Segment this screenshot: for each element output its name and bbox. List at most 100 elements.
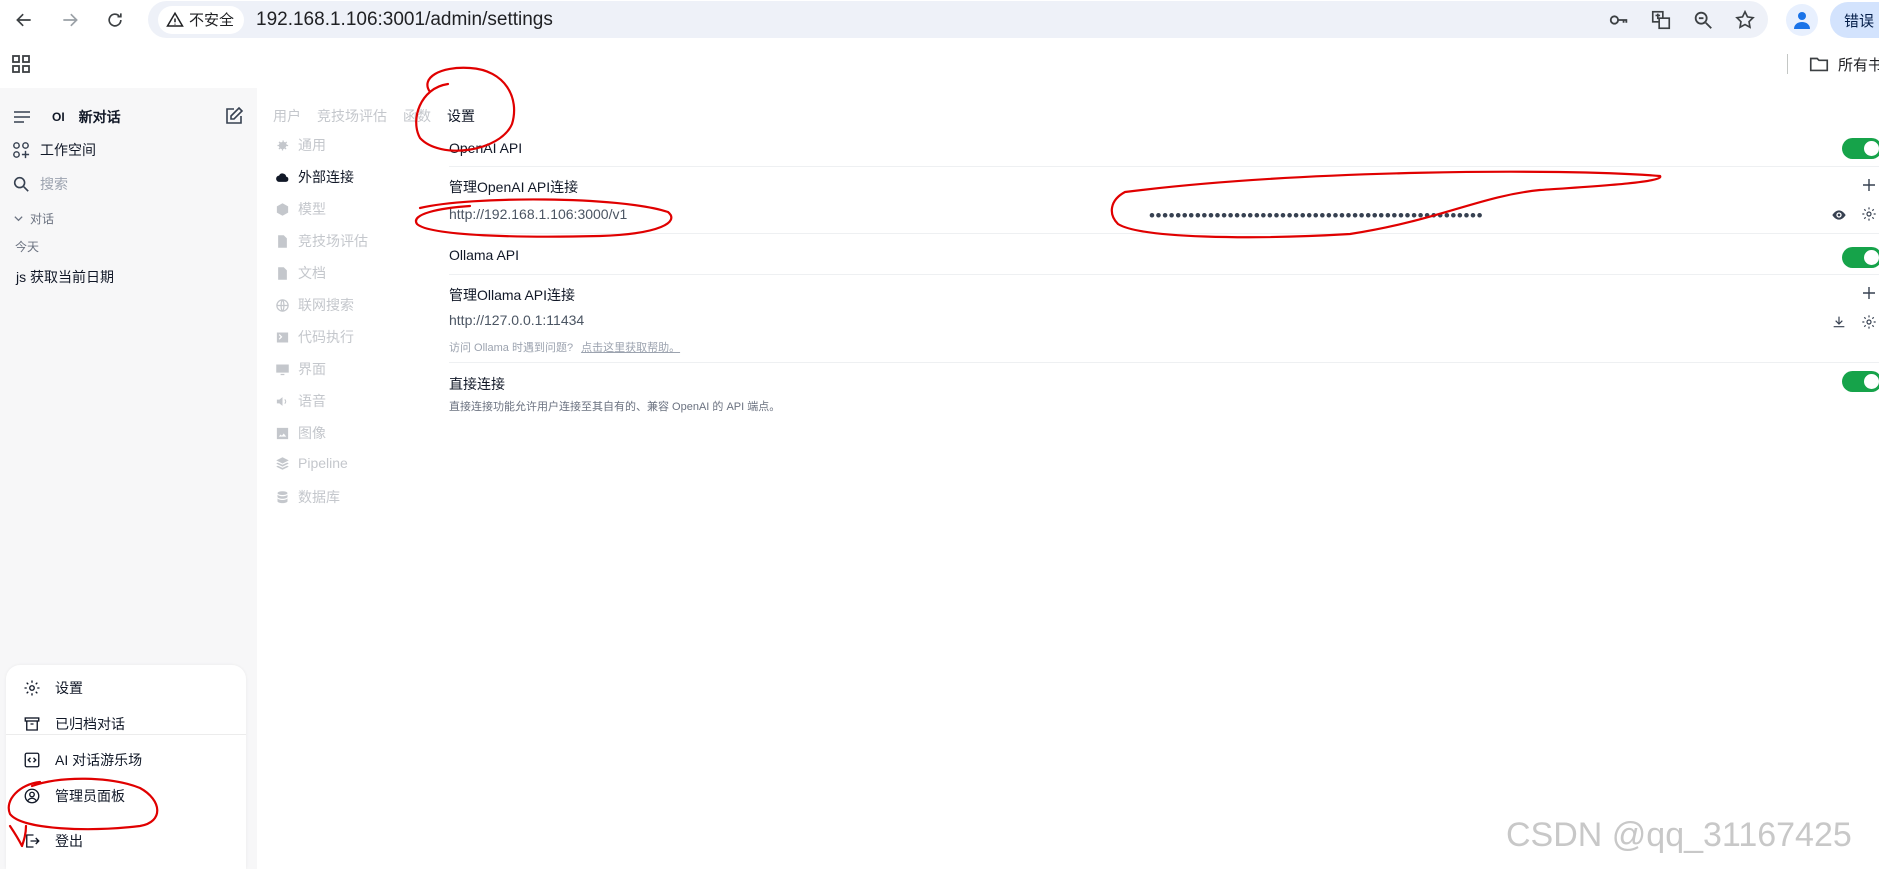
forward-button[interactable] <box>50 0 90 40</box>
settings-tab-arena-label: 竞技场评估 <box>298 233 368 249</box>
search-placeholder: 搜索 <box>40 176 68 192</box>
group-today-label: 今天 <box>15 240 40 254</box>
code-icon <box>24 752 40 768</box>
apps-grid-icon[interactable] <box>11 54 31 74</box>
settings-tab-documents[interactable]: 文档 <box>275 263 326 283</box>
settings-tab-audio-label: 语音 <box>298 393 326 409</box>
gear-icon[interactable] <box>1861 314 1877 330</box>
url-text[interactable]: 192.168.1.106:3001/admin/settings <box>256 9 553 31</box>
zoom-icon[interactable] <box>1692 9 1714 31</box>
menu-icon[interactable] <box>12 107 32 127</box>
search-input[interactable]: 搜索 <box>12 174 68 194</box>
ollama-url-input[interactable]: http://127.0.0.1:11434 <box>449 312 584 328</box>
gear-icon[interactable] <box>1861 206 1877 222</box>
openai-api-title: OpenAI API <box>449 140 523 156</box>
chats-section-toggle[interactable]: 对话 <box>13 210 54 227</box>
error-pill[interactable]: 错误 <box>1830 2 1879 38</box>
user-menu-logout[interactable]: 登出 <box>23 831 83 851</box>
omnibox-actions <box>1608 1 1756 38</box>
settings-tab-pipeline-label: Pipeline <box>298 455 348 471</box>
warning-icon <box>166 11 184 27</box>
reload-icon <box>108 13 122 27</box>
layers-icon <box>276 456 289 470</box>
security-label: 不安全 <box>189 12 235 29</box>
ollama-api-title: Ollama API <box>449 247 520 263</box>
workspace-label: 工作空间 <box>40 142 96 158</box>
ollama-api-toggle[interactable] <box>1842 247 1879 268</box>
image-icon <box>276 427 289 439</box>
settings-tab-interface[interactable]: 界面 <box>275 359 326 379</box>
watermark: CSDN @qq_31167425 <box>1506 816 1852 854</box>
settings-tab-interface-label: 界面 <box>298 361 326 377</box>
settings-tab-images[interactable]: 图像 <box>275 423 326 443</box>
direct-connection-toggle[interactable] <box>1842 371 1879 392</box>
bookmark-folder[interactable]: 所有书 <box>1808 53 1879 75</box>
edit-icon[interactable] <box>224 106 244 126</box>
settings-tab-connections-label: 外部连接 <box>298 169 354 185</box>
user-menu-archived-label: 已归档对话 <box>55 716 125 732</box>
openai-key-input[interactable]: ••••••••••••••••••••••••••••••••••••••••… <box>1149 206 1483 226</box>
key-icon[interactable] <box>1608 9 1630 31</box>
direct-connection-title: 直接连接 <box>449 376 505 392</box>
settings-tab-images-label: 图像 <box>298 425 326 441</box>
terminal-icon <box>276 332 289 342</box>
settings-tab-arena[interactable]: 竞技场评估 <box>275 231 368 251</box>
security-chip[interactable]: 不安全 <box>158 5 245 34</box>
user-menu-logout-label: 登出 <box>55 833 83 849</box>
bookmark-folder-label: 所有书 <box>1838 56 1879 74</box>
admin-tabs: 用户 竞技场评估 函数 设置 <box>273 106 475 126</box>
speaker-icon <box>276 396 287 406</box>
tab-settings[interactable]: 设置 <box>447 106 475 126</box>
settings-tab-models-label: 模型 <box>298 201 326 217</box>
settings-tab-code-execution[interactable]: 代码执行 <box>275 327 354 347</box>
user-circle-icon <box>24 788 40 804</box>
settings-tab-general[interactable]: 通用 <box>275 135 326 155</box>
archive-icon <box>24 717 40 731</box>
user-menu-settings[interactable]: 设置 <box>23 678 83 698</box>
profile-button[interactable] <box>1786 4 1818 36</box>
user-menu-admin-panel[interactable]: 管理员面板 <box>23 786 125 806</box>
tab-users[interactable]: 用户 <box>273 106 301 126</box>
user-menu-playground[interactable]: AI 对话游乐场 <box>23 750 142 770</box>
user-menu: 设置 已归档对话 AI 对话游乐场 管理员面板 登出 <box>6 665 246 869</box>
chevron-down-icon <box>14 216 23 222</box>
settings-tab-pipeline[interactable]: Pipeline <box>275 455 348 471</box>
back-button[interactable] <box>4 0 44 40</box>
tab-arena[interactable]: 竞技场评估 <box>317 106 387 126</box>
settings-tab-models[interactable]: 模型 <box>275 199 326 219</box>
workspace-link[interactable]: 工作空间 <box>12 140 96 160</box>
add-openai-connection-icon[interactable] <box>1861 177 1877 193</box>
translate-icon[interactable] <box>1650 9 1672 31</box>
ollama-help-link[interactable]: 点击这里获取帮助。 <box>581 342 680 354</box>
eye-icon[interactable] <box>1831 207 1847 223</box>
arrow-left-icon <box>16 13 31 27</box>
cube-icon <box>276 202 289 216</box>
settings-tab-database[interactable]: 数据库 <box>275 487 340 507</box>
tab-functions[interactable]: 函数 <box>403 106 431 126</box>
monitor-icon <box>276 364 289 375</box>
group-today: 今天 <box>15 238 39 255</box>
divider <box>449 274 1879 275</box>
address-bar[interactable]: 不安全 192.168.1.106:3001/admin/settings <box>148 1 1768 38</box>
new-chat-link[interactable]: 新对话 <box>79 107 121 127</box>
settings-tab-web-search[interactable]: 联网搜索 <box>275 295 354 315</box>
document-icon <box>278 266 287 280</box>
app-logo: OI <box>52 110 65 124</box>
openai-api-toggle[interactable] <box>1842 138 1879 159</box>
add-ollama-connection-icon[interactable] <box>1861 285 1877 301</box>
divider <box>449 233 1879 234</box>
user-menu-archived[interactable]: 已归档对话 <box>23 714 125 734</box>
chat-item[interactable]: js 获取当前日期 <box>16 267 114 287</box>
settings-tab-general-label: 通用 <box>298 137 326 153</box>
star-icon[interactable] <box>1734 9 1756 31</box>
download-icon[interactable] <box>1831 314 1847 330</box>
settings-tab-audio[interactable]: 语音 <box>275 391 326 411</box>
gear-icon <box>277 140 289 150</box>
reload-button[interactable] <box>95 0 135 40</box>
divider <box>449 362 1879 363</box>
annotation-circle-api-key <box>1110 170 1662 239</box>
openai-url-input[interactable]: http://192.168.1.106:3000/v1 <box>449 206 627 222</box>
settings-tab-documents-label: 文档 <box>298 265 326 281</box>
bookmarks-bar: 所有书 <box>0 40 1879 88</box>
settings-tab-connections[interactable]: 外部连接 <box>275 167 354 187</box>
